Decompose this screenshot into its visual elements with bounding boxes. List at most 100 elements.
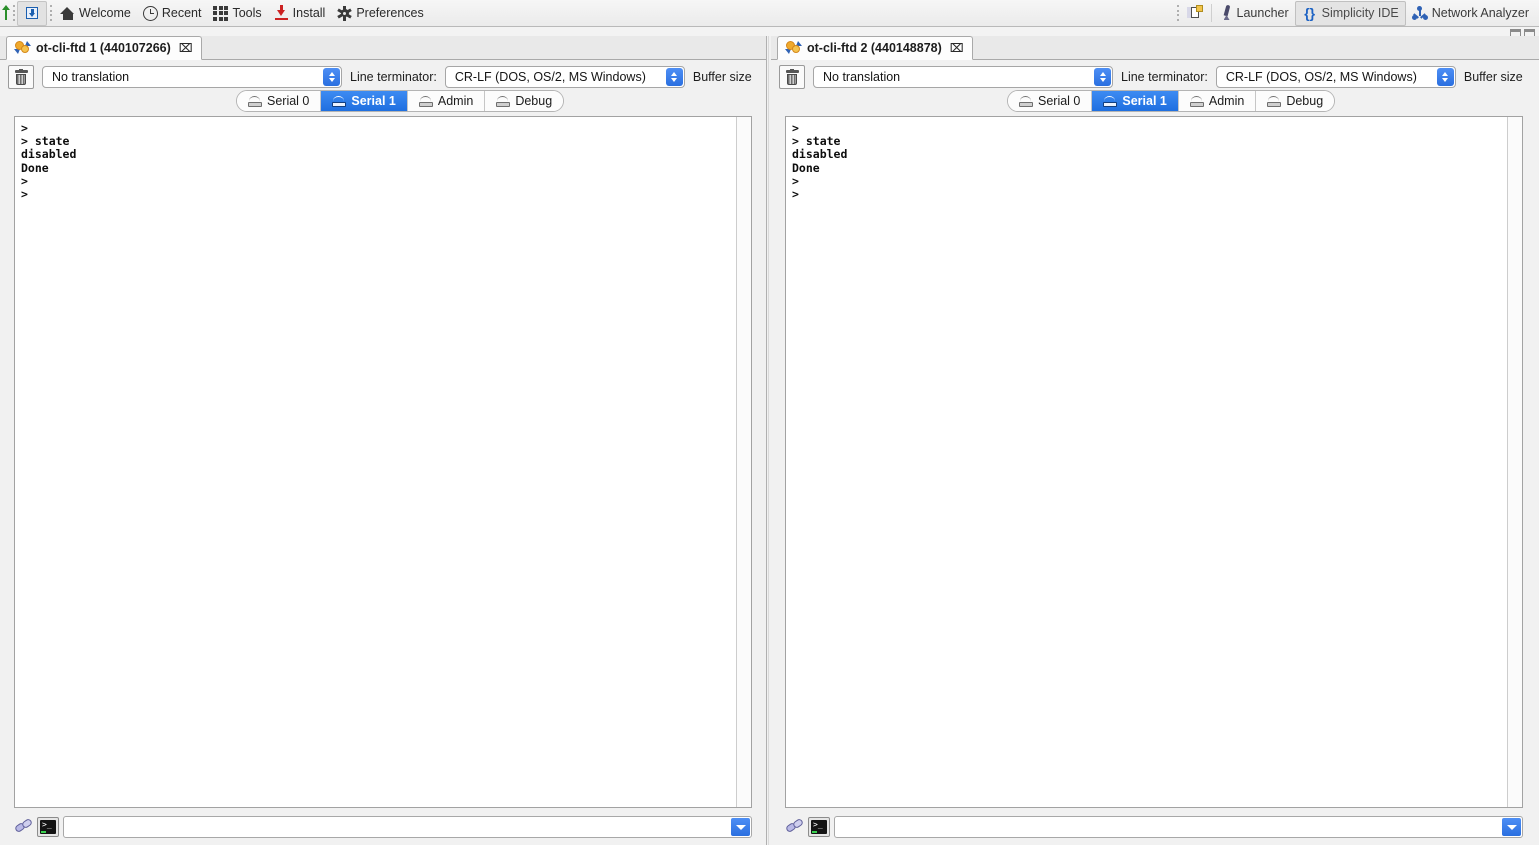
application-toolbar: Welcome Recent Tools Install Preferences (0, 0, 1539, 27)
device-gears-icon (785, 41, 802, 55)
perspective-network-analyzer[interactable]: Network Analyzer (1406, 1, 1535, 26)
panel-body-right: No translation Line terminator: CR-LF (D… (771, 60, 1539, 845)
terminal-icon: >_ (811, 820, 827, 834)
new-perspective-icon (1187, 5, 1203, 21)
rocket-icon (1221, 4, 1233, 21)
options-row-right: No translation Line terminator: CR-LF (D… (779, 63, 1539, 91)
serial-port-icon (1189, 95, 1204, 107)
serial-port-icon (418, 95, 433, 107)
tab-label: Debug (515, 94, 553, 108)
console-text: > > state disabled Done > > (792, 122, 848, 202)
close-icon[interactable]: ⌧ (950, 41, 964, 55)
console-vertical-scrollbar[interactable] (736, 117, 751, 807)
tab-debug[interactable]: Debug (1256, 91, 1335, 111)
translation-select[interactable]: No translation (813, 66, 1113, 88)
preferences-label: Preferences (356, 6, 424, 20)
chevron-down-icon[interactable] (731, 818, 750, 836)
perspective-drag-handle[interactable] (1175, 3, 1182, 23)
flash-chip-icon (23, 4, 41, 22)
tab-debug[interactable]: Debug (485, 91, 564, 111)
serial-tab-strip-right: Serial 0 Serial 1 Admin Debug (1007, 90, 1336, 112)
plug-connector-icon[interactable] (784, 817, 805, 837)
view-tab-ot-cli-ftd-1[interactable]: ot-cli-ftd 1 (440107266) ⌧ (6, 36, 202, 60)
chevron-updown-icon[interactable] (1094, 68, 1111, 86)
tab-label: Serial 1 (351, 94, 396, 108)
tab-serial-0[interactable]: Serial 0 (1008, 91, 1093, 111)
tools-button[interactable]: Tools (207, 1, 267, 26)
recent-label: Recent (161, 6, 202, 20)
serial-port-icon (332, 95, 347, 107)
buffer-size-label: Buffer size (1463, 70, 1523, 84)
network-nodes-icon (1411, 5, 1428, 21)
terminal-icon: >_ (40, 820, 56, 834)
console-panel-left: ot-cli-ftd 1 (440107266) ⌧ No translatio… (0, 36, 768, 845)
console-output-left[interactable]: > > state disabled Done > > (14, 116, 752, 808)
serial-port-icon (248, 95, 262, 107)
translation-value: No translation (823, 70, 901, 84)
serial-port-icon (1103, 95, 1118, 107)
toolbar-drag-handle[interactable] (10, 3, 17, 23)
tab-label: Serial 1 (1122, 94, 1167, 108)
tab-serial-1[interactable]: Serial 1 (321, 91, 408, 111)
plug-connector-icon[interactable] (13, 817, 34, 837)
close-icon[interactable]: ⌧ (179, 41, 193, 55)
tab-serial-0[interactable]: Serial 0 (237, 91, 322, 111)
welcome-button[interactable]: Welcome (54, 1, 137, 26)
translation-value: No translation (52, 70, 130, 84)
view-tab-ot-cli-ftd-2[interactable]: ot-cli-ftd 2 (440148878) ⌧ (777, 36, 973, 60)
tab-label: Debug (1286, 94, 1324, 108)
terminal-mode-button[interactable]: >_ (37, 817, 59, 837)
welcome-label: Welcome (79, 6, 131, 20)
tab-label: Admin (1208, 94, 1245, 108)
toolbar-left-group: Welcome Recent Tools Install Preferences (0, 0, 430, 26)
console-text: > > state disabled Done > > (21, 122, 77, 202)
chevron-updown-icon[interactable] (1436, 68, 1454, 86)
gear-icon (337, 5, 353, 21)
terminal-mode-button[interactable]: >_ (808, 817, 830, 837)
open-perspective-button[interactable] (1182, 1, 1208, 26)
options-row-left: No translation Line terminator: CR-LF (D… (8, 63, 768, 91)
buffer-size-label: Buffer size (692, 70, 752, 84)
view-tab-bar-left: ot-cli-ftd 1 (440107266) ⌧ (0, 36, 768, 60)
command-input-right[interactable] (834, 816, 1523, 838)
tab-label: Serial 0 (1038, 94, 1081, 108)
console-output-right[interactable]: > > state disabled Done > > (785, 116, 1523, 808)
toolbar-drag-handle-2[interactable] (47, 3, 54, 23)
install-label: Install (292, 6, 326, 20)
preferences-button[interactable]: Preferences (331, 1, 429, 26)
simplicity-ide-label: Simplicity IDE (1321, 6, 1399, 20)
flash-programmer-button[interactable] (17, 0, 47, 26)
network-analyzer-label: Network Analyzer (1431, 6, 1529, 20)
console-panel-right: ot-cli-ftd 2 (440148878) ⌧ No translatio… (771, 36, 1539, 845)
clear-console-button[interactable] (779, 65, 805, 89)
device-gears-icon (14, 41, 31, 55)
serial-port-icon (1267, 95, 1282, 107)
clear-console-button[interactable] (8, 65, 34, 89)
green-up-arrow-icon[interactable] (2, 5, 10, 21)
line-terminator-select[interactable]: CR-LF (DOS, OS/2, MS Windows) (444, 66, 685, 88)
recent-button[interactable]: Recent (137, 1, 208, 26)
tab-label: Admin (437, 94, 474, 108)
chevron-updown-icon[interactable] (323, 68, 340, 86)
console-vertical-scrollbar[interactable] (1507, 117, 1522, 807)
perspective-simplicity-ide[interactable]: {} Simplicity IDE (1294, 0, 1406, 26)
view-tab-bar-right: ot-cli-ftd 2 (440148878) ⌧ (771, 36, 1539, 60)
tab-admin[interactable]: Admin (407, 91, 486, 111)
command-bar-left: >_ (13, 815, 752, 839)
line-terminator-value: CR-LF (DOS, OS/2, MS Windows) (454, 70, 646, 84)
line-terminator-select[interactable]: CR-LF (DOS, OS/2, MS Windows) (1215, 66, 1456, 88)
install-button[interactable]: Install (268, 1, 332, 26)
tab-label: Serial 0 (267, 94, 310, 108)
chevron-updown-icon[interactable] (665, 68, 683, 86)
perspective-launcher[interactable]: Launcher (1215, 1, 1295, 26)
chevron-down-icon[interactable] (1502, 818, 1521, 836)
view-tab-title: ot-cli-ftd 1 (440107266) (36, 41, 171, 55)
line-terminator-label: Line terminator: (1121, 70, 1208, 84)
command-input-left[interactable] (63, 816, 752, 838)
tab-admin[interactable]: Admin (1178, 91, 1257, 111)
view-tab-title: ot-cli-ftd 2 (440148878) (807, 41, 942, 55)
toolbar-separator (1210, 4, 1212, 22)
braces-icon: {} (1304, 4, 1316, 21)
tab-serial-1[interactable]: Serial 1 (1092, 91, 1179, 111)
translation-select[interactable]: No translation (42, 66, 342, 88)
